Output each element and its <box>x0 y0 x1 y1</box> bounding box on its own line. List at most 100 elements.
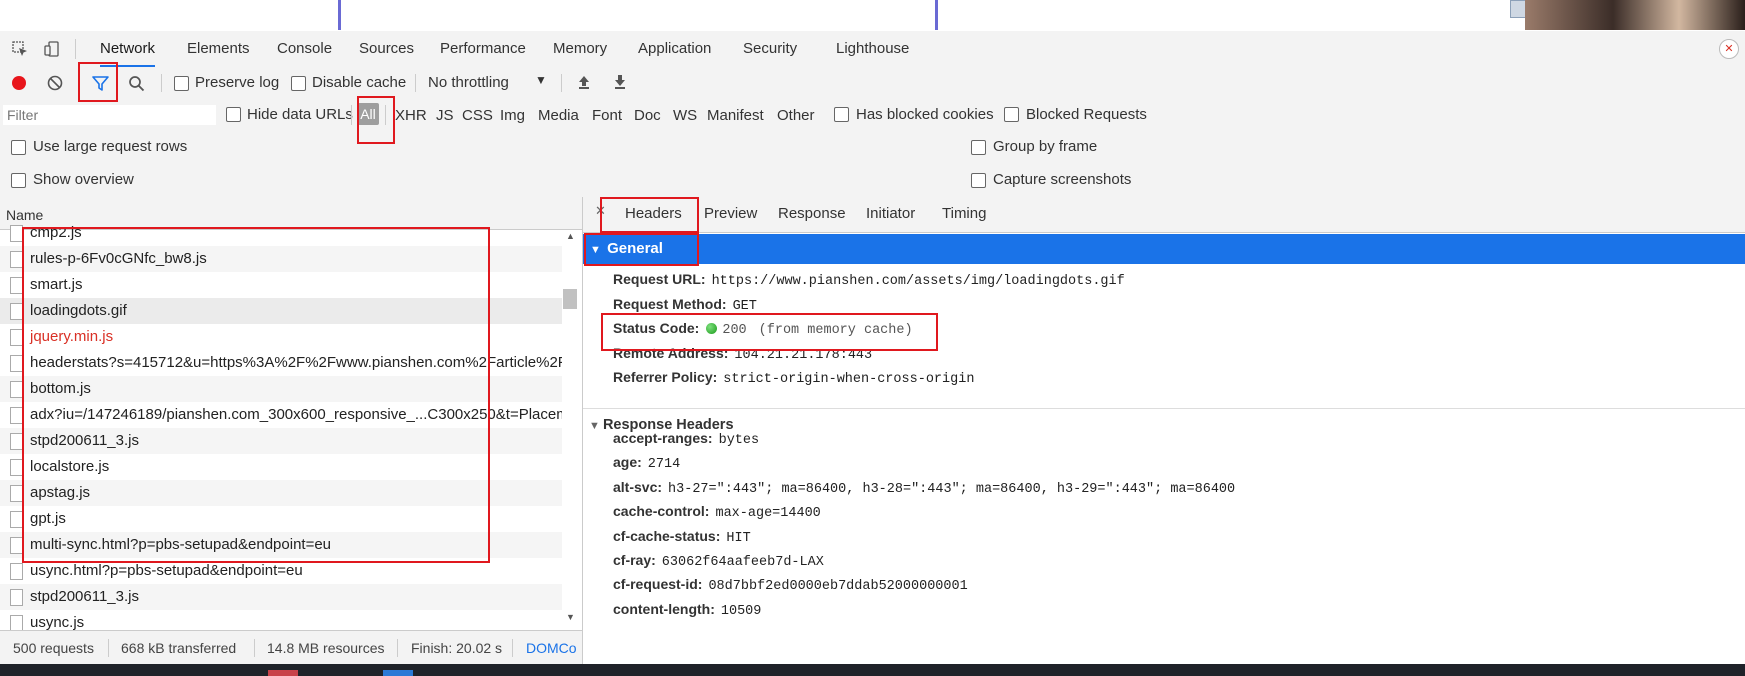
tab-response[interactable]: Response <box>778 205 846 222</box>
request-details-pane: ✕ Headers Preview Response Initiator Tim… <box>583 197 1745 630</box>
tab-elements[interactable]: Elements <box>187 31 250 67</box>
group-by-frame-checkbox[interactable] <box>971 140 986 155</box>
error-count-icon[interactable]: ✕ <box>1719 39 1739 59</box>
page-frame <box>338 0 938 30</box>
scroll-down-icon[interactable]: ▼ <box>566 612 575 622</box>
filter-type-img[interactable]: Img <box>500 107 525 124</box>
highlight-filter-all <box>357 96 395 144</box>
filter-type-font[interactable]: Font <box>592 107 622 124</box>
transferred-size: 668 kB transferred <box>121 640 237 656</box>
highlight-status-code <box>601 313 938 351</box>
divider <box>75 39 76 59</box>
filter-type-doc[interactable]: Doc <box>634 107 661 124</box>
taskbar-app-icon[interactable] <box>383 670 413 676</box>
file-icon <box>10 589 23 606</box>
tab-timing[interactable]: Timing <box>942 205 986 222</box>
filter-type-xhr[interactable]: XHR <box>395 107 427 124</box>
filter-type-js[interactable]: JS <box>436 107 454 124</box>
domcontentloaded-time: DOMCo <box>526 640 577 656</box>
import-har-icon[interactable] <box>576 74 592 90</box>
page-thumbnail <box>1510 0 1526 18</box>
tab-memory[interactable]: Memory <box>553 31 607 67</box>
highlight-headers-tab <box>600 197 699 233</box>
taskbar-app-icon[interactable] <box>268 670 298 676</box>
show-overview-checkbox[interactable] <box>11 173 26 188</box>
resources-size: 14.8 MB resources <box>267 640 385 656</box>
divider <box>561 74 562 92</box>
filter-input[interactable] <box>3 105 216 125</box>
device-toolbar-icon[interactable] <box>44 41 60 57</box>
highlight-filter-button <box>78 62 118 102</box>
disable-cache-label: Disable cache <box>312 74 407 91</box>
tab-performance[interactable]: Performance <box>440 31 526 67</box>
response-header-row: cache-control: max-age=14400 <box>613 503 821 521</box>
chevron-down-icon[interactable]: ▼ <box>535 73 547 87</box>
filter-type-other[interactable]: Other <box>777 107 815 124</box>
filter-type-manifest[interactable]: Manifest <box>707 107 764 124</box>
search-icon[interactable] <box>128 75 145 92</box>
network-toolbar: Preserve log Disable cache No throttling… <box>0 67 1745 100</box>
response-header-row: accept-ranges: bytes <box>613 430 760 448</box>
filter-type-css[interactable]: CSS <box>462 107 493 124</box>
tab-console[interactable]: Console <box>277 31 332 67</box>
filter-bar: Hide data URLs All XHR JS CSS Img Media … <box>0 99 1745 132</box>
page-image <box>1525 0 1745 30</box>
record-button[interactable] <box>11 75 27 91</box>
general-section-header[interactable]: ▼ General <box>583 234 1745 264</box>
os-taskbar <box>0 664 1745 676</box>
hide-data-urls-checkbox[interactable] <box>226 107 241 122</box>
clear-button[interactable] <box>47 75 63 91</box>
inspect-element-icon[interactable] <box>12 41 28 57</box>
tab-preview[interactable]: Preview <box>704 205 757 222</box>
throttling-select[interactable]: No throttling <box>428 74 509 91</box>
response-header-row: cf-cache-status: HIT <box>613 528 751 546</box>
has-blocked-cookies-checkbox[interactable] <box>834 107 849 122</box>
referrer-policy-row: Referrer Policy: strict-origin-when-cross… <box>613 369 975 387</box>
response-header-row: cf-ray: 63062f64aafeeb7d-LAX <box>613 552 824 570</box>
divider <box>161 74 162 92</box>
preserve-log-checkbox[interactable] <box>174 76 189 91</box>
file-icon <box>10 615 23 630</box>
divider <box>351 105 352 125</box>
group-by-frame-label: Group by frame <box>993 138 1098 155</box>
scroll-up-icon[interactable]: ▲ <box>566 231 575 241</box>
network-settings: Use large request rows Show overview Gro… <box>0 131 1745 198</box>
show-overview-label: Show overview <box>33 171 134 188</box>
request-url-row: Request URL: https://www.pianshen.com/ass… <box>613 271 1125 289</box>
highlight-request-list <box>22 227 490 563</box>
export-har-icon[interactable] <box>612 74 628 90</box>
hide-data-urls-label: Hide data URLs <box>247 106 353 123</box>
capture-screenshots-label: Capture screenshots <box>993 171 1132 188</box>
large-rows-label: Use large request rows <box>33 138 188 155</box>
blocked-requests-label: Blocked Requests <box>1026 106 1147 123</box>
tab-security[interactable]: Security <box>743 31 797 67</box>
tab-lighthouse[interactable]: Lighthouse <box>836 31 909 67</box>
divider <box>512 639 513 657</box>
capture-screenshots-checkbox[interactable] <box>971 173 986 188</box>
request-row[interactable]: usync.js <box>0 610 562 630</box>
triangle-down-icon: ▼ <box>589 420 603 432</box>
divider <box>108 639 109 657</box>
scrollbar-thumb[interactable] <box>563 289 577 309</box>
divider <box>415 74 416 92</box>
network-summary-bar: 500 requests 668 kB transferred 14.8 MB … <box>0 630 583 665</box>
has-blocked-cookies-label: Has blocked cookies <box>856 106 994 123</box>
tab-initiator[interactable]: Initiator <box>866 205 915 222</box>
finish-time: Finish: 20.02 s <box>411 640 503 656</box>
large-rows-checkbox[interactable] <box>11 140 26 155</box>
request-row[interactable]: stpd200611_3.js <box>0 584 562 610</box>
divider <box>583 408 1745 409</box>
tab-application[interactable]: Application <box>638 31 711 67</box>
response-header-row: alt-svc: h3-27=":443"; ma=86400, h3-28=":… <box>613 479 1236 497</box>
filter-type-media[interactable]: Media <box>538 107 579 124</box>
divider <box>397 639 398 657</box>
filter-type-ws[interactable]: WS <box>673 107 697 124</box>
file-icon <box>10 563 23 580</box>
details-footer <box>583 630 1745 664</box>
disable-cache-checkbox[interactable] <box>291 76 306 91</box>
devtools-tab-bar: Network Elements Console Sources Perform… <box>0 31 1745 68</box>
request-count: 500 requests <box>13 640 94 656</box>
preserve-log-label: Preserve log <box>195 74 280 91</box>
blocked-requests-checkbox[interactable] <box>1004 107 1019 122</box>
tab-sources[interactable]: Sources <box>359 31 414 67</box>
